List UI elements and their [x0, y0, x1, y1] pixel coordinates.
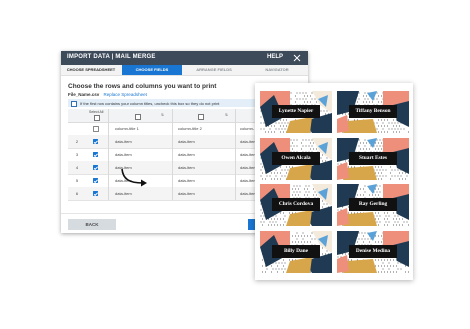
place-card: Lynette Napier [260, 91, 332, 133]
column-divider [172, 109, 173, 122]
place-card-name: Chris Cordova [272, 198, 320, 211]
table-cell: data-item [115, 152, 132, 157]
column-divider [235, 135, 236, 148]
place-card: Owen Alcala [260, 137, 332, 180]
column-divider [235, 148, 236, 161]
table-cell: column-title 1 [115, 126, 139, 131]
place-card-name: Owen Alcala [272, 151, 320, 165]
column-divider [108, 161, 109, 174]
column-divider [235, 109, 236, 122]
canvas: IMPORT DATA | MAIL MERGE HELP CHOOSE SPR… [0, 0, 470, 329]
tab-choose-spreadsheet[interactable]: CHOOSE SPREADSHEET [61, 65, 121, 75]
sort-icon[interactable]: ⇅ [225, 113, 228, 117]
file-name: File_Name.csv [68, 92, 100, 97]
row-number: 2 [75, 139, 79, 144]
row-number: 5 [75, 178, 79, 183]
column-divider [108, 109, 109, 122]
table-cell: data-item [178, 178, 195, 183]
column-divider [108, 148, 109, 161]
tab-navigator[interactable]: NAVIGATOR [246, 65, 308, 75]
place-card-name: Ray Gerling [349, 198, 397, 211]
dialog-title: IMPORT DATA | MAIL MERGE [67, 54, 156, 60]
pointer-arrow-icon [121, 168, 147, 187]
table-cell: column- [240, 126, 255, 131]
column-divider [172, 122, 173, 135]
row-number: 4 [75, 165, 79, 170]
column-divider [108, 135, 109, 148]
select-all-checkbox[interactable] [94, 115, 100, 121]
tab-choose-fields[interactable]: CHOOSE FIELDS [122, 65, 182, 75]
place-card-name: Stuart Estes [349, 151, 397, 165]
help-link[interactable]: HELP [267, 54, 283, 60]
place-card: Stuart Estes [337, 137, 409, 180]
table-cell: data-item [178, 165, 195, 170]
column-divider [172, 161, 173, 174]
column-divider [172, 135, 173, 148]
replace-spreadsheet-link[interactable]: Replace Spreadsheet [104, 92, 147, 97]
file-info: File_Name.csv Replace Spreadsheet [68, 92, 147, 97]
row-checkbox[interactable] [93, 178, 98, 183]
table-cell: column-title 2 [178, 126, 202, 131]
back-button[interactable]: BACK [68, 219, 116, 230]
column-divider [108, 187, 109, 200]
tab-arrange-fields[interactable]: ARRANGE FIELDS [183, 65, 245, 75]
row-checkbox[interactable] [93, 139, 98, 144]
close-icon[interactable] [292, 53, 302, 63]
column-2-checkbox[interactable] [198, 113, 204, 120]
table-cell: data-item [115, 139, 132, 144]
step-tabs: CHOOSE SPREADSHEET CHOOSE FIELDS ARRANGE… [61, 65, 308, 76]
sort-icon[interactable]: ⇅ [161, 113, 164, 117]
table-cell: data-item [115, 191, 132, 196]
row-number: 6 [75, 191, 79, 196]
row-checkbox[interactable] [93, 191, 98, 196]
place-card: Billy Dane [260, 230, 332, 273]
place-card-name: Denise Medina [349, 244, 397, 258]
row-checkbox[interactable] [93, 152, 98, 157]
column-divider [108, 174, 109, 187]
row-checkbox[interactable] [93, 165, 98, 170]
page-title: Choose the rows and columns you want to … [68, 83, 217, 90]
dialog-header: IMPORT DATA | MAIL MERGE HELP [61, 51, 308, 65]
place-card: Ray Gerling [337, 184, 409, 226]
column-divider [235, 174, 236, 187]
row-checkbox[interactable] [93, 126, 99, 132]
header-row-text: If the first row contains your column ti… [80, 100, 220, 106]
place-card-name: Billy Dane [272, 244, 320, 258]
table-cell: data-item [178, 191, 195, 196]
table-cell: data-item [178, 139, 195, 144]
place-card-name: Tiffany Benson [349, 105, 397, 118]
row-number: 3 [75, 152, 79, 157]
column-divider [235, 161, 236, 174]
table-cell: data-item [178, 152, 195, 157]
place-card: Denise Medina [337, 230, 409, 273]
column-1-checkbox[interactable] [135, 113, 141, 120]
column-divider [172, 174, 173, 187]
select-all-label: Select All [89, 109, 104, 114]
place-card-name: Lynette Napier [272, 105, 320, 118]
place-card-sheet: Lynette Napier Tiffany Benson Owen Alcala S… [255, 83, 413, 280]
place-card: Chris Cordova [260, 184, 332, 226]
column-divider [172, 187, 173, 200]
header-row-checkbox[interactable] [71, 100, 77, 107]
column-divider [172, 148, 173, 161]
place-card: Tiffany Benson [337, 91, 409, 133]
column-divider [235, 187, 236, 200]
column-divider [108, 122, 109, 135]
column-divider [235, 122, 236, 135]
